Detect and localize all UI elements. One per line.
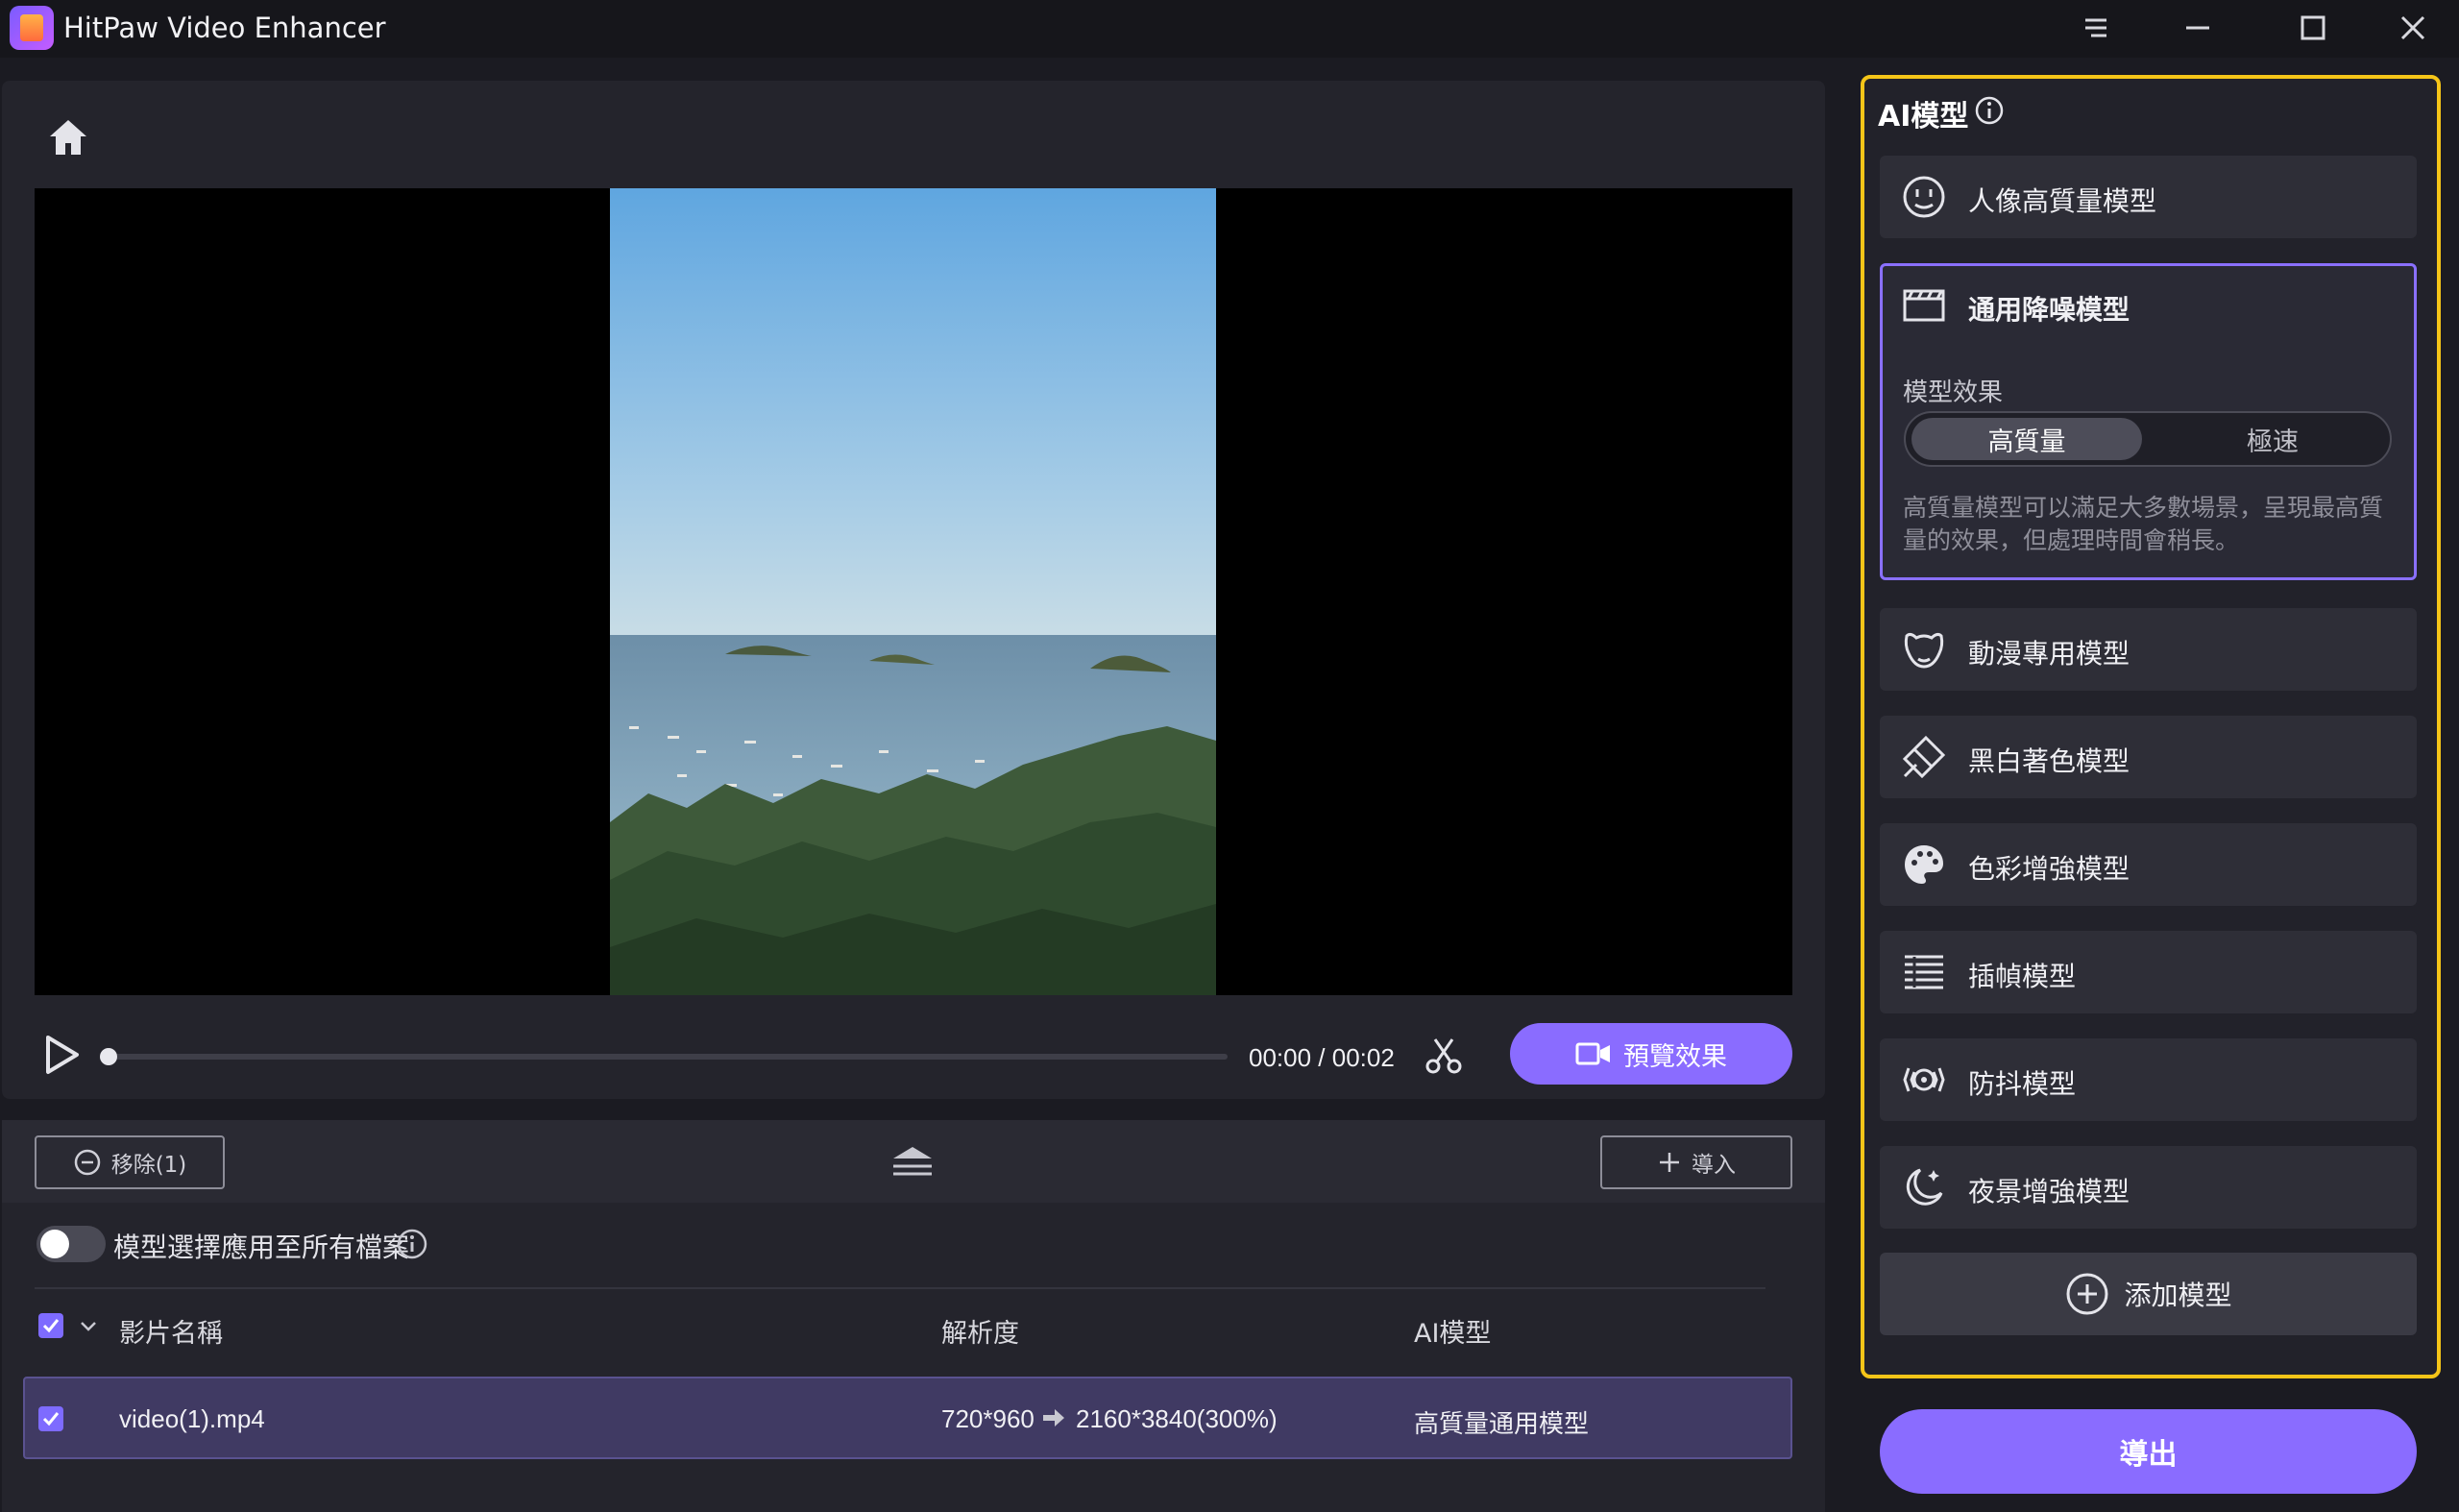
- info-icon[interactable]: [1974, 95, 2005, 126]
- model-label: 防抖模型: [1968, 1068, 2077, 1100]
- import-label: 導入: [1692, 1153, 1736, 1178]
- close-icon[interactable]: [2384, 4, 2442, 52]
- app-logo: [10, 6, 54, 50]
- toggle-knob: [40, 1230, 69, 1258]
- row-checkbox[interactable]: [38, 1406, 63, 1431]
- collapse-list-icon[interactable]: [888, 1143, 937, 1182]
- resolution-from: 720*960: [941, 1404, 1035, 1433]
- preview-effect-button[interactable]: 預覽效果: [1510, 1023, 1792, 1085]
- play-button[interactable]: [38, 1032, 85, 1078]
- panel-title: AI模型: [1878, 100, 1969, 134]
- frame-interpolation-icon: [1901, 949, 1947, 995]
- export-button[interactable]: 導出: [1880, 1409, 2417, 1494]
- model-description: 高質量模型可以滿足大多數場景，呈現最高質量的效果，但處理時間會稍長。: [1903, 494, 2384, 554]
- column-header-model[interactable]: AI模型: [1414, 1312, 1491, 1350]
- model-label: 人像高質量模型: [1968, 185, 2157, 217]
- model-item-anime[interactable]: 動漫專用模型: [1880, 608, 2417, 691]
- effect-option-quality[interactable]: 高質量: [1911, 418, 2142, 460]
- model-item-colorize[interactable]: 黑白著色模型: [1880, 716, 2417, 798]
- preview-effect-label: 預覽效果: [1623, 1041, 1727, 1072]
- add-model-button[interactable]: 添加模型: [1880, 1253, 2417, 1335]
- progress-thumb[interactable]: [100, 1048, 117, 1065]
- model-label: 通用降噪模型: [1968, 294, 2130, 326]
- maximize-icon[interactable]: [2284, 4, 2342, 52]
- face-icon: [1901, 174, 1947, 220]
- model-label: 黑白著色模型: [1968, 745, 2130, 777]
- resolution-to: 2160*3840(300%): [1076, 1404, 1278, 1433]
- menu-icon[interactable]: [2067, 4, 2125, 52]
- effect-segmented-control: 高質量 極速: [1904, 411, 2392, 467]
- night-icon: [1901, 1164, 1947, 1210]
- stabilize-icon: [1901, 1057, 1947, 1103]
- model-item-color-enhance[interactable]: 色彩增強模型: [1880, 823, 2417, 906]
- model-label: 動漫專用模型: [1968, 638, 2130, 670]
- model-label: 插幀模型: [1968, 961, 2077, 992]
- add-model-label: 添加模型: [2124, 1280, 2232, 1311]
- model-item-portrait[interactable]: 人像高質量模型: [1880, 156, 2417, 238]
- effect-option-fast[interactable]: 極速: [2157, 418, 2388, 460]
- apply-all-label: 模型選擇應用至所有檔案: [113, 1232, 410, 1263]
- model-label: 色彩增強模型: [1968, 853, 2130, 885]
- anime-face-icon: [1901, 626, 1947, 672]
- clapperboard-icon: [1901, 281, 1947, 328]
- list-divider: [35, 1287, 1765, 1289]
- file-name: video(1).mp4: [119, 1404, 265, 1433]
- video-frame: [610, 188, 1216, 995]
- video-preview: [35, 188, 1792, 995]
- model-item-stabilize[interactable]: 防抖模型: [1880, 1038, 2417, 1121]
- import-button[interactable]: 導入: [1600, 1135, 1792, 1189]
- minus-circle-icon: [74, 1149, 100, 1176]
- home-icon[interactable]: [44, 113, 92, 161]
- model-item-frame-interpolation[interactable]: 插幀模型: [1880, 931, 2417, 1013]
- video-camera-icon: [1575, 1042, 1610, 1065]
- scissors-icon[interactable]: [1422, 1034, 1466, 1078]
- model-item-night[interactable]: 夜景增強模型: [1880, 1146, 2417, 1229]
- time-display: 00:00 / 00:02: [1249, 1043, 1395, 1072]
- apply-all-toggle[interactable]: [37, 1226, 106, 1262]
- plus-icon: [1660, 1153, 1679, 1172]
- column-header-resolution[interactable]: 解析度: [941, 1312, 1019, 1350]
- plus-circle-icon: [2066, 1273, 2108, 1315]
- model-label: 夜景增強模型: [1968, 1176, 2130, 1207]
- remove-button[interactable]: 移除(1): [35, 1135, 225, 1189]
- palette-icon: [1901, 841, 1947, 888]
- effect-label: 模型效果: [1903, 378, 2004, 407]
- column-header-name[interactable]: 影片名稱: [119, 1312, 223, 1350]
- select-all-checkbox[interactable]: [38, 1313, 63, 1338]
- title-bar: HitPaw Video Enhancer: [0, 0, 2459, 58]
- colorize-icon: [1901, 734, 1947, 780]
- minimize-icon[interactable]: [2169, 4, 2227, 52]
- app-title: HitPaw Video Enhancer: [63, 12, 386, 44]
- info-icon[interactable]: [396, 1228, 428, 1260]
- progress-track[interactable]: [106, 1054, 1228, 1060]
- chevron-down-icon[interactable]: [77, 1315, 100, 1338]
- arrow-right-icon: [1041, 1406, 1066, 1429]
- row-model: 高質量通用模型: [1414, 1409, 1590, 1438]
- remove-label: 移除(1): [110, 1153, 187, 1178]
